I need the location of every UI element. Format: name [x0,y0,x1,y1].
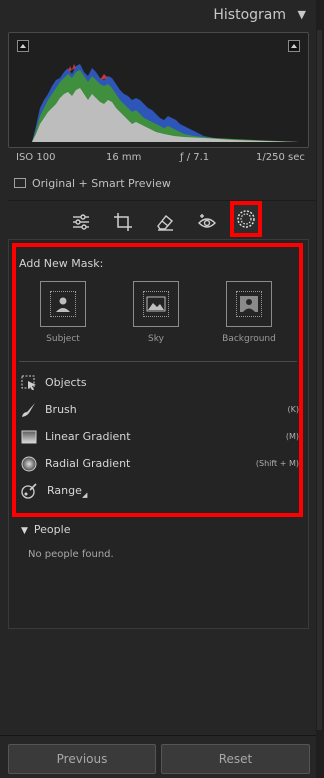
objects-label: Objects [45,376,87,389]
brush-label: Brush [45,403,77,416]
preview-label: Original + Smart Preview [32,177,171,190]
background-person-icon [236,291,262,317]
scrollbar-thumb[interactable] [317,30,322,730]
divider [0,735,316,736]
red-eye-icon[interactable] [192,208,222,236]
triangle-down-icon: ▼ [21,526,28,536]
exif-shutter: 1/250 sec [256,152,305,163]
preview-icon [14,178,26,188]
radial-gradient-icon [21,456,37,472]
range-label: Range [47,484,82,497]
radial-gradient-label: Radial Gradient [45,457,131,470]
brush-mask-item[interactable]: Brush (K) [19,400,301,422]
subject-label: Subject [46,334,80,344]
exif-aperture: ƒ / 7.1 [180,152,210,163]
radial-gradient-mask-item[interactable]: Radial Gradient (Shift + M) [19,454,301,476]
people-label: People [33,523,71,536]
people-empty-text: No people found. [28,549,114,560]
radial-gradient-shortcut: (Shift + M) [255,459,299,468]
histogram-graph [32,64,299,142]
triangle-down-icon[interactable]: ▼ [298,8,306,21]
masking-icon[interactable] [230,201,262,237]
exif-iso: ISO 100 [16,152,56,163]
edit-sliders-icon[interactable] [66,208,96,236]
brush-icon [22,403,35,417]
divider [19,361,297,362]
people-section-header[interactable]: ▼ People [21,523,70,536]
subject-mask-button[interactable] [40,281,86,327]
objects-mask-item[interactable]: Objects [19,373,301,395]
histogram-title: Histogram [213,7,286,23]
previous-button[interactable]: Previous [8,744,156,774]
background-label: Background [222,334,276,344]
brush-shortcut: (K) [287,405,300,414]
objects-select-icon [21,375,36,390]
divider [8,200,316,201]
background-mask-button[interactable] [226,281,272,327]
linear-gradient-mask-item[interactable]: Linear Gradient (M) [19,427,301,449]
reset-button[interactable]: Reset [161,744,310,774]
sky-landscape-icon [143,291,169,317]
range-dropdown-caret-icon[interactable]: ◢ [82,491,87,499]
smart-preview-status[interactable]: Original + Smart Preview [14,177,171,190]
range-icon [21,483,37,499]
crop-icon[interactable] [108,208,138,236]
linear-gradient-icon [21,430,37,444]
subject-person-icon [50,291,76,317]
linear-gradient-shortcut: (M) [285,432,299,441]
healing-eraser-icon[interactable] [150,208,180,236]
add-new-mask-label: Add New Mask: [19,257,104,270]
histogram-header[interactable]: Histogram ▼ [0,0,316,32]
exif-focal-length: 16 mm [106,152,142,163]
sky-label: Sky [148,334,164,344]
range-mask-item[interactable]: Range ◢ [19,481,301,503]
linear-gradient-label: Linear Gradient [45,430,131,443]
sky-mask-button[interactable] [133,281,179,327]
